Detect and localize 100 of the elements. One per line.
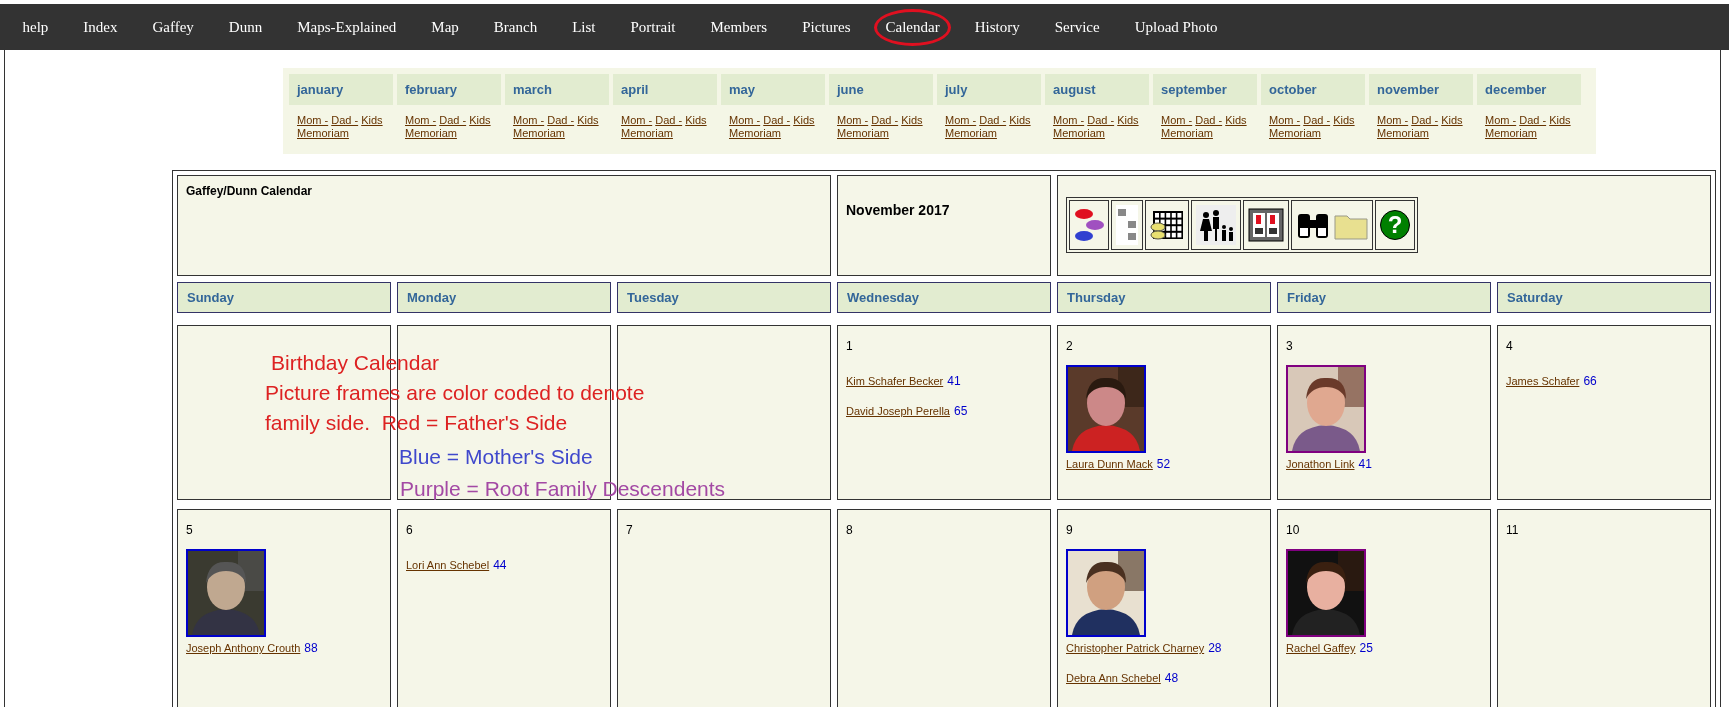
month-link[interactable]: Dad -	[1303, 114, 1331, 126]
month-link[interactable]: Mom -	[1269, 114, 1301, 126]
person-link[interactable]: David Joseph Perella	[846, 405, 950, 417]
grid-icon[interactable]	[1145, 200, 1189, 250]
calendar-icon[interactable]	[1243, 200, 1289, 250]
month-link[interactable]: Mom -	[405, 114, 437, 126]
month-link[interactable]: Memoriam	[945, 127, 997, 139]
nav-link[interactable]: Map	[413, 18, 477, 36]
month-header[interactable]: december	[1477, 74, 1581, 105]
month-header[interactable]: june	[829, 74, 933, 105]
month-link[interactable]: Mom -	[1053, 114, 1085, 126]
person-link[interactable]: Rachel Gaffey	[1286, 642, 1356, 654]
month-link[interactable]: Dad -	[331, 114, 359, 126]
month-header[interactable]: september	[1153, 74, 1257, 105]
month-link[interactable]: Kids	[1009, 114, 1031, 126]
month-link[interactable]: Kids	[1225, 114, 1247, 126]
month-header[interactable]: april	[613, 74, 717, 105]
month-link[interactable]: Mom -	[945, 114, 977, 126]
nav-link[interactable]: Upload Photo	[1117, 18, 1236, 36]
month-link[interactable]: Mom -	[1377, 114, 1409, 126]
person-link[interactable]: Debra Ann Schebel	[1066, 672, 1161, 684]
nav-link[interactable]: History	[957, 18, 1038, 36]
month-link[interactable]: Memoriam	[1269, 127, 1321, 139]
nav-link[interactable]: Dunn	[211, 18, 280, 36]
help-icon[interactable]: ?	[1380, 210, 1410, 240]
month-link[interactable]: Mom -	[729, 114, 761, 126]
weekday-header: Saturday	[1497, 282, 1711, 313]
month-link[interactable]: Dad -	[439, 114, 467, 126]
age-label: 65	[953, 404, 968, 418]
nav-link[interactable]: Branch	[476, 18, 555, 36]
month-link[interactable]: Memoriam	[1377, 127, 1429, 139]
month-link[interactable]: Dad -	[655, 114, 683, 126]
nav-link[interactable]: help	[5, 18, 66, 36]
month-header[interactable]: july	[937, 74, 1041, 105]
month-link[interactable]: Dad -	[871, 114, 899, 126]
nav-link[interactable]: Calendar	[868, 18, 958, 36]
nav-link[interactable]: Index	[65, 18, 135, 36]
month-link[interactable]: Dad -	[1195, 114, 1223, 126]
family-icon[interactable]	[1191, 200, 1241, 250]
person-link[interactable]: Jonathon Link	[1286, 458, 1355, 470]
age-label: 28	[1208, 641, 1222, 655]
month-header[interactable]: january	[289, 74, 393, 105]
nav-link[interactable]: Service	[1037, 18, 1118, 36]
month-link[interactable]: Memoriam	[837, 127, 889, 139]
month-link[interactable]: Dad -	[1411, 114, 1439, 126]
month-header[interactable]: august	[1045, 74, 1149, 105]
nav-link[interactable]: List	[554, 18, 613, 36]
month-link[interactable]: Dad -	[979, 114, 1007, 126]
list-arrows-icon[interactable]	[1111, 200, 1143, 250]
month-header[interactable]: february	[397, 74, 501, 105]
month-link[interactable]: Memoriam	[621, 127, 673, 139]
month-link[interactable]: Mom -	[621, 114, 653, 126]
day-number: 7	[626, 523, 633, 537]
day-number: 3	[1286, 339, 1293, 353]
nav-link[interactable]: Portrait	[613, 18, 693, 36]
day-number: 2	[1066, 339, 1073, 353]
month-link[interactable]: Dad -	[1519, 114, 1547, 126]
person-link[interactable]: Laura Dunn Mack	[1066, 458, 1153, 470]
month-link[interactable]: Memoriam	[405, 127, 457, 139]
month-link[interactable]: Kids	[1117, 114, 1139, 126]
month-header[interactable]: october	[1261, 74, 1365, 105]
month-link[interactable]: Mom -	[297, 114, 329, 126]
person-link[interactable]: Kim Schafer Becker	[846, 375, 944, 387]
month-link[interactable]: Kids	[361, 114, 383, 126]
month-header[interactable]: november	[1369, 74, 1473, 105]
person-link[interactable]: Lori Ann Schebel	[406, 559, 490, 571]
person-link[interactable]: Christopher Patrick Charney	[1066, 642, 1205, 654]
month-link[interactable]: Memoriam	[1053, 127, 1105, 139]
day-number: 6	[406, 523, 413, 537]
month-link[interactable]: Kids	[793, 114, 815, 126]
month-link[interactable]: Kids	[577, 114, 599, 126]
nav-link[interactable]: Gaffey	[135, 18, 212, 36]
ovals-icon[interactable]	[1069, 200, 1109, 250]
age-label: 41	[947, 374, 961, 388]
month-link[interactable]: Kids	[1549, 114, 1571, 126]
month-link[interactable]: Memoriam	[1485, 127, 1537, 139]
month-link[interactable]: Memoriam	[1161, 127, 1213, 139]
month-link[interactable]: Dad -	[1087, 114, 1115, 126]
month-link[interactable]: Mom -	[1161, 114, 1193, 126]
month-link[interactable]: Mom -	[513, 114, 545, 126]
month-link[interactable]: Kids	[1333, 114, 1355, 126]
person-link[interactable]: James Schafer	[1506, 375, 1580, 387]
month-link[interactable]: Memoriam	[513, 127, 565, 139]
nav-link[interactable]: Members	[693, 18, 785, 36]
nav-link[interactable]: Maps-Explained	[279, 18, 414, 36]
month-link[interactable]: Dad -	[763, 114, 791, 126]
month-link[interactable]: Kids	[901, 114, 923, 126]
month-header[interactable]: march	[505, 74, 609, 105]
month-link[interactable]: Kids	[685, 114, 707, 126]
month-link[interactable]: Dad -	[547, 114, 575, 126]
nav-link[interactable]: Pictures	[784, 18, 868, 36]
month-link[interactable]: Kids	[1441, 114, 1463, 126]
person-link[interactable]: Joseph Anthony Crouth	[186, 642, 301, 654]
month-link[interactable]: Memoriam	[297, 127, 349, 139]
month-header[interactable]: may	[721, 74, 825, 105]
month-title: November 2017	[837, 175, 1051, 276]
month-link[interactable]: Mom -	[837, 114, 869, 126]
month-link[interactable]: Memoriam	[729, 127, 781, 139]
month-link[interactable]: Mom -	[1485, 114, 1517, 126]
month-link[interactable]: Kids	[469, 114, 491, 126]
